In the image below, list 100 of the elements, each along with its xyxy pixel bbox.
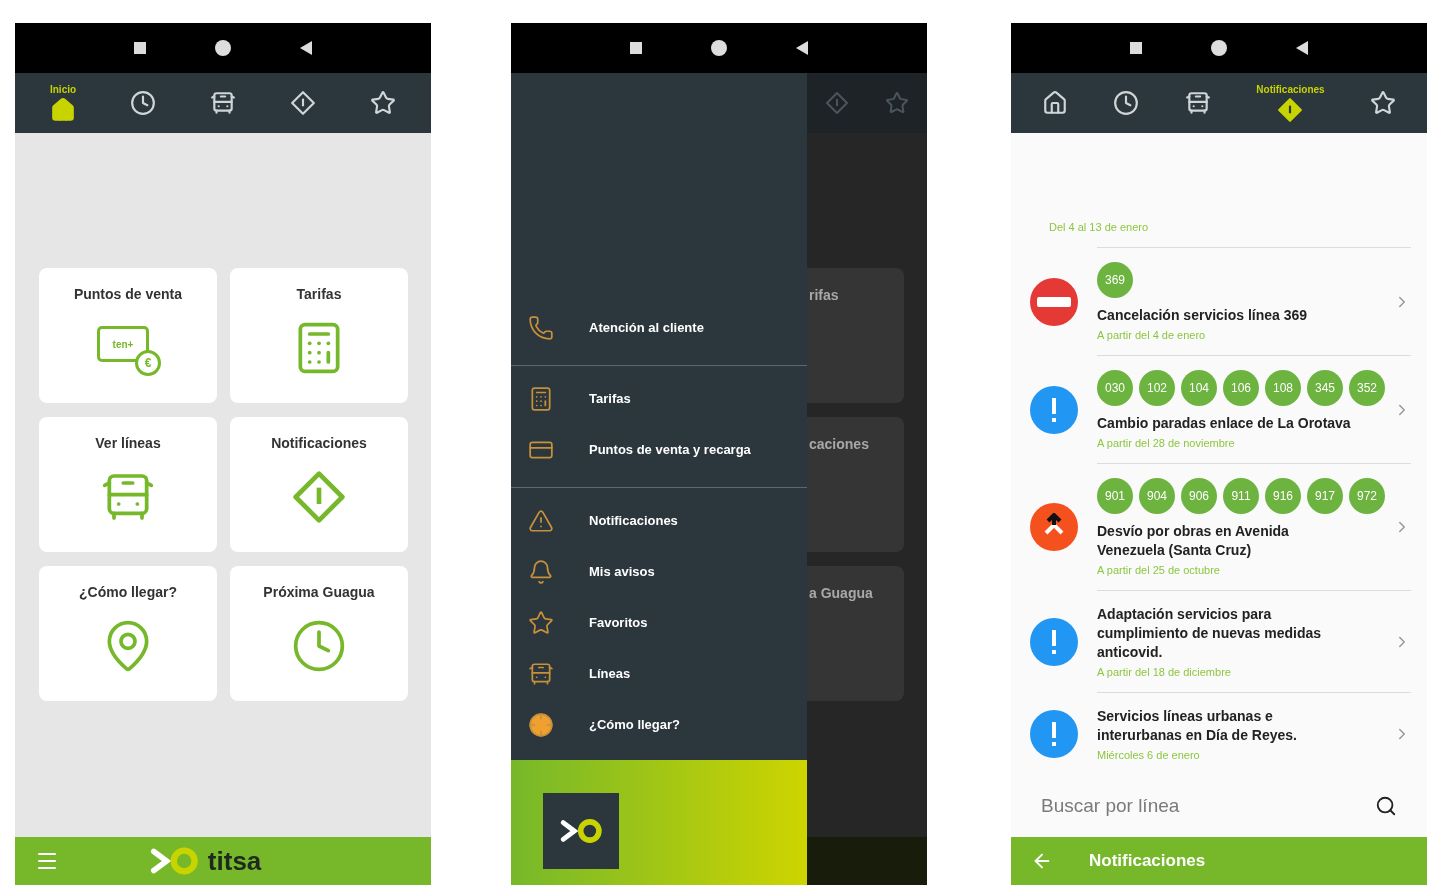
tab[interactable] [1113, 90, 1140, 116]
star-icon [528, 609, 554, 636]
info-icon [1030, 617, 1078, 666]
notification-date: Miércoles 6 de enero [1097, 749, 1201, 761]
drawer-item[interactable]: Líneas [511, 648, 807, 699]
ticket-text: ten+ [112, 338, 134, 350]
logo-icon [558, 817, 604, 845]
line-badge: 104 [1181, 370, 1217, 406]
search-field[interactable]: Buscar por línea [1041, 795, 1241, 817]
notification-title: Adaptación servicios para cumplimiento de nuevas medidas anticovid. [1097, 605, 1323, 662]
circle-nav-icon[interactable] [214, 39, 232, 57]
home-icon [50, 96, 77, 123]
search-icon[interactable] [1375, 795, 1397, 817]
bus-icon [528, 660, 554, 687]
line-badge: 106 [1223, 370, 1259, 406]
menu-card[interactable]: Puntos de venta ten+ € [39, 268, 217, 403]
notification-item[interactable]: 369 Cancelación servicios línea 369 A partir del 4 de enero [1011, 248, 1427, 355]
card-label: Puntos de venta [73, 286, 183, 302]
calculator-icon [528, 385, 554, 412]
line-badge: 030 [1097, 370, 1133, 406]
line-badge: 345 [1307, 370, 1343, 406]
notification-title: Cancelación servicios línea 369 [1097, 306, 1309, 325]
bus-icon [1184, 90, 1211, 116]
drawer-item[interactable]: ¿Cómo llegar? [511, 699, 807, 750]
line-badge: 369 [1097, 262, 1133, 298]
menu-card[interactable]: Ver líneas [39, 417, 217, 552]
home-icon [1041, 90, 1068, 116]
line-badge: 917 [1307, 478, 1343, 514]
line-badge: 972 [1349, 478, 1385, 514]
drawer-item[interactable]: Mis avisos [511, 546, 807, 597]
notification-item[interactable]: Adaptación servicios para cumplimiento de nuevas medidas anticovid. A partir del 18 de diciembre [1011, 591, 1427, 692]
line-badge: 916 [1265, 478, 1301, 514]
card-label: ¿Cómo llegar? [79, 584, 177, 600]
drawer-item[interactable]: Favoritos [511, 597, 807, 648]
card-label: Notificaciones [271, 435, 367, 451]
star-icon [1370, 90, 1397, 116]
tab[interactable] [1370, 90, 1397, 116]
screen-title: Notificaciones [1089, 851, 1206, 871]
drawer-item[interactable]: Puntos de venta y recarga [511, 424, 807, 475]
tab[interactable] [290, 90, 316, 116]
line-badge: 901 [1097, 478, 1133, 514]
tab[interactable]: Inicio [50, 83, 77, 123]
notification-item[interactable]: 030 102 104 106 108 345 352 Cambio paradas enlace de La Orotava A partir del 28 de noviembre [1011, 356, 1427, 463]
line-badge: 108 [1265, 370, 1301, 406]
tab[interactable]: Notificaciones [1256, 83, 1325, 123]
notification-date: A partir del 28 de noviembre [1097, 437, 1236, 449]
card-label: rifas [809, 287, 839, 303]
tab[interactable] [370, 90, 396, 116]
drawer-item[interactable]: Notificaciones [511, 495, 807, 546]
back-triangle-icon[interactable] [300, 41, 312, 55]
notification-title: Servicios líneas urbanas e interurbanas en Día de Reyes. [1097, 707, 1298, 745]
line-badge: 904 [1139, 478, 1175, 514]
info-diamond-icon [291, 469, 347, 525]
star-icon [370, 90, 396, 116]
logo-icon [148, 845, 200, 877]
coin-icon: € [135, 350, 161, 376]
tab[interactable] [1184, 90, 1211, 116]
notification-title: Desvío por obras en Avenida Venezuela (Santa Cruz) [1097, 522, 1290, 560]
menu-card[interactable]: Notificaciones [230, 417, 408, 552]
brand-name: titsa [207, 845, 262, 877]
info-diamond-icon [825, 91, 849, 115]
card-label: a Guagua [809, 585, 873, 601]
drawer-item[interactable]: Atención al cliente [511, 302, 807, 353]
line-badge: 906 [1181, 478, 1217, 514]
tab[interactable] [210, 90, 237, 116]
tab[interactable] [130, 90, 157, 116]
notification-date: A partir del 18 de diciembre [1097, 666, 1232, 678]
clock-icon [1113, 90, 1140, 116]
circle-nav-icon[interactable] [1210, 39, 1228, 57]
menu-card[interactable]: Tarifas [230, 268, 408, 403]
notification-date: A partir del 4 de enero [1097, 329, 1207, 341]
line-badge: 911 [1223, 478, 1259, 514]
bus-icon [210, 90, 237, 116]
notification-item[interactable]: Servicios líneas urbanas e interurbanas en Día de Reyes. Miércoles 6 de enero [1011, 693, 1427, 775]
back-triangle-icon[interactable] [1296, 41, 1308, 55]
crosshair-icon [528, 711, 554, 738]
menu-card[interactable]: Próxima Guagua [230, 566, 408, 701]
info-icon [1030, 710, 1078, 758]
circle-nav-icon[interactable] [710, 39, 728, 57]
card-label: caciones [809, 436, 869, 452]
notification-date: Del 4 al 13 de enero [1049, 221, 1150, 233]
warning-triangle-icon [528, 507, 554, 534]
line-badge: 352 [1349, 370, 1385, 406]
menu-card[interactable]: ¿Cómo llegar? [39, 566, 217, 701]
card-label: Próxima Guagua [263, 584, 375, 600]
card-label: Ver líneas [95, 435, 161, 451]
info-icon [1030, 385, 1078, 434]
back-triangle-icon[interactable] [796, 41, 808, 55]
tab[interactable] [1041, 90, 1068, 116]
info-diamond-icon [290, 90, 316, 116]
no-entry-icon [1030, 277, 1078, 326]
notification-item[interactable]: 901 904 906 911 916 917 972 Desvío por obras en Avenida Venezuela (Santa Cruz) A partir del 25 de octubre [1011, 464, 1427, 590]
clock-icon [130, 90, 157, 116]
info-diamond-icon [1277, 96, 1304, 123]
star-icon [885, 91, 909, 115]
phone-icon [528, 314, 554, 341]
bell-icon [528, 558, 554, 585]
line-badge: 102 [1139, 370, 1175, 406]
drawer-item[interactable]: Tarifas [511, 373, 807, 424]
notification-title: Cambio paradas enlace de La Orotava [1097, 414, 1352, 433]
